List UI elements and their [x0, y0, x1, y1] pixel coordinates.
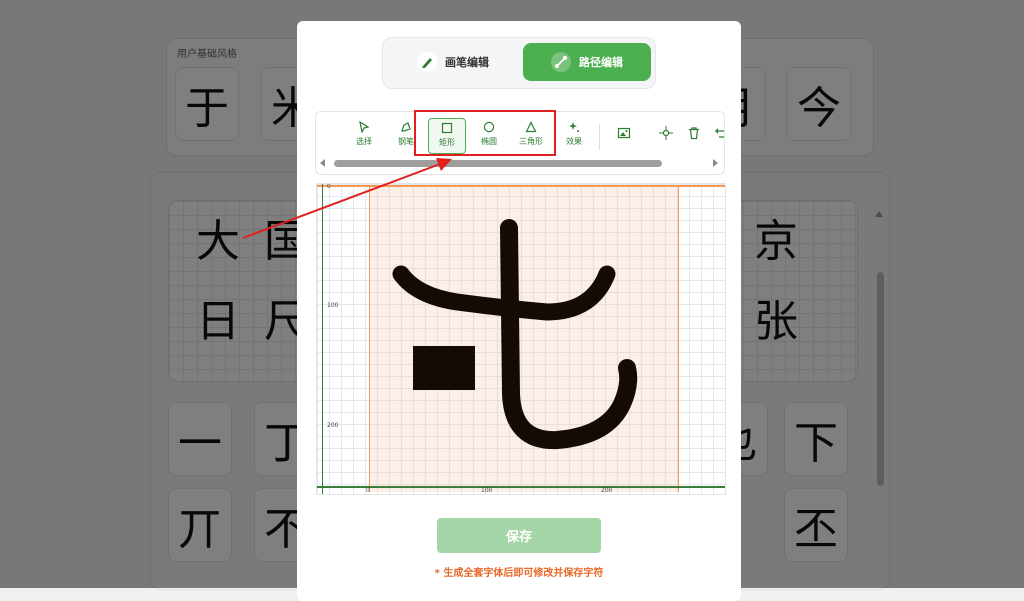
pen-nib-icon — [401, 122, 411, 132]
toolbar-scroll-thumb[interactable] — [334, 160, 662, 167]
tool-label: 选择 — [356, 137, 372, 146]
brush-edit-tab[interactable]: 画笔编辑 — [389, 43, 517, 81]
glyph-rectangle-shape[interactable] — [413, 346, 475, 390]
save-button[interactable]: 保存 — [437, 518, 601, 553]
tool-label: 椭圆 — [481, 137, 497, 146]
scroll-left-icon[interactable] — [320, 159, 325, 167]
triangle-icon — [525, 121, 537, 133]
tool-rectangle[interactable]: 矩形 — [428, 118, 466, 154]
pen-icon — [417, 52, 437, 72]
glyph-stroke-vertical[interactable] — [500, 219, 638, 450]
path-edit-label: 路径编辑 — [579, 56, 623, 69]
tool-select[interactable]: 选择 — [346, 118, 382, 152]
crosshair-icon[interactable] — [659, 126, 673, 140]
image-icon[interactable] — [617, 126, 631, 140]
glyph-canvas[interactable]: 0 100 200 0 100 200 — [316, 183, 726, 495]
toolbar-divider — [599, 124, 600, 150]
sparkle-icon — [569, 122, 579, 132]
tool-ellipse[interactable]: 椭圆 — [471, 118, 507, 152]
glyph-paths[interactable] — [317, 184, 725, 494]
select-cursor-icon — [359, 121, 370, 133]
edit-mode-switch: 画笔编辑 路径编辑 — [382, 37, 656, 89]
tool-label: 钢笔 — [398, 137, 414, 146]
tool-label: 效果 — [566, 137, 582, 146]
path-edit-tab[interactable]: 路径编辑 — [523, 43, 651, 81]
tool-label: 三角形 — [519, 137, 543, 146]
path-icon — [551, 52, 571, 72]
undo-icon[interactable] — [714, 126, 725, 140]
scroll-right-icon[interactable] — [713, 159, 718, 167]
path-toolbar: 选择 钢笔 矩形 椭圆 三角形 效果 — [315, 111, 725, 175]
tool-pen[interactable]: 钢笔 — [388, 118, 424, 152]
glyph-editor-modal: 画笔编辑 路径编辑 选择 钢笔 矩形 椭圆 三角形 效果 0 100 200 0… — [297, 21, 741, 601]
save-hint: * 生成全套字体后即可修改并保存字符 — [434, 568, 604, 579]
tool-effect[interactable]: 效果 — [556, 118, 592, 152]
tool-triangle[interactable]: 三角形 — [513, 118, 549, 152]
toolbar-scrollbar[interactable] — [316, 156, 724, 170]
trash-icon[interactable] — [687, 126, 701, 140]
brush-edit-label: 画笔编辑 — [445, 56, 489, 69]
ellipse-icon — [483, 121, 495, 133]
tool-label: 矩形 — [439, 138, 455, 147]
rectangle-icon — [441, 122, 453, 134]
